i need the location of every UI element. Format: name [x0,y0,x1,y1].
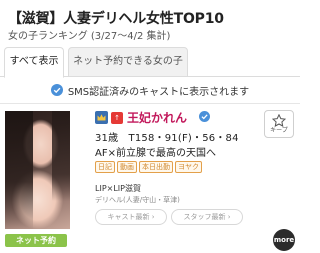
cast-news-button[interactable]: キャスト最新 › [95,209,167,225]
shop-name[interactable]: LIP×LIP滋賀 [95,183,141,194]
tag-diary[interactable]: 日記 [95,161,115,173]
tab-bar: すべて表示 ネット予約できる女の子 [0,47,300,78]
tag-today-work[interactable]: 本日出勤 [139,161,173,173]
shop-area: デリヘル(人妻/守山・草津) [95,196,180,204]
cast-photo[interactable] [5,111,70,229]
page-title: 【滋賀】人妻デリヘル女性TOP10 [8,11,224,27]
crown-icon [95,111,108,124]
photo-detail [5,111,33,229]
net-reservation-badge[interactable]: ネット予約 [5,234,67,247]
photo-detail [52,111,70,201]
cast-catch-copy: AF×前立腺で最高の天国へ [95,148,216,159]
page-header: 【滋賀】人妻デリヘル女性TOP10 女の子ランキング (3/27〜4/2 集計) [0,0,300,48]
verified-check-icon [199,111,210,122]
cast-tags: 日記 動画 本日出勤 ヨヤク [95,161,202,173]
tab-net-reservation[interactable]: ネット予約できる女の子 [68,47,188,77]
more-button[interactable]: more [273,229,295,251]
sms-notice: SMS認証済みのキャストに表示されます [0,77,300,104]
page-subtitle: 女の子ランキング (3/27〜4/2 集計) [8,31,171,42]
cast-stats: 31歳 T158・91(F)・56・84 [95,133,239,144]
tag-reserve[interactable]: ヨヤク [175,161,202,173]
tab-all[interactable]: すべて表示 [4,47,64,78]
rank-up-badge: ↑ [111,112,123,124]
keep-button[interactable]: キープ [264,110,294,138]
cast-name[interactable]: 王妃かれん [127,109,187,126]
tag-video[interactable]: 動画 [117,161,137,173]
staff-news-button[interactable]: スタッフ最新 › [171,209,243,225]
keep-label: キープ [270,127,288,134]
sms-notice-text: SMS認証済みのキャストに表示されます [67,86,250,98]
star-outline-icon [272,114,286,127]
verified-check-icon [50,84,63,96]
